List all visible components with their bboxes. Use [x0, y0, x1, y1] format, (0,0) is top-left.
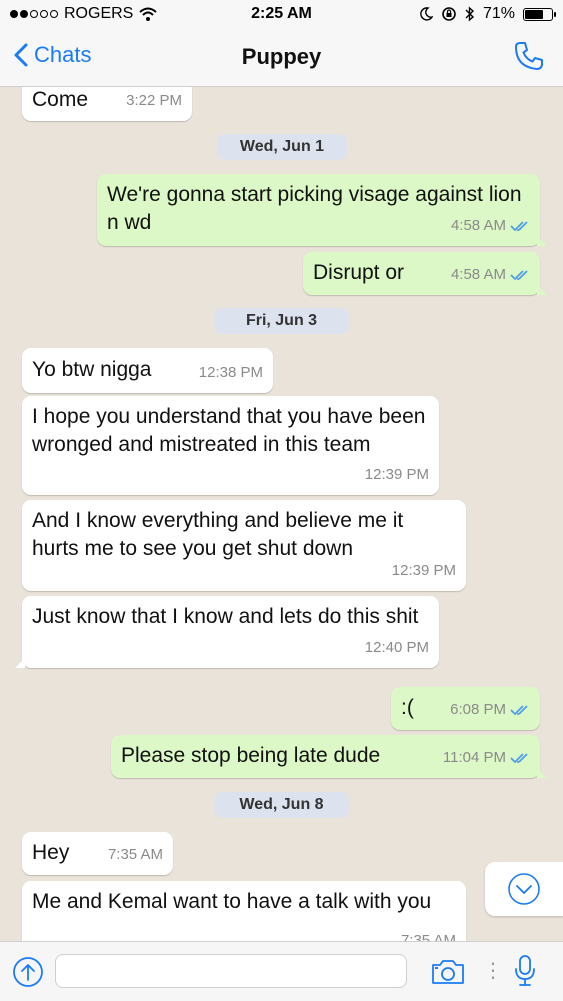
read-receipt-icon: [510, 270, 528, 281]
read-receipt-icon: [510, 753, 528, 764]
read-receipt-icon: [510, 221, 528, 232]
message-text: I hope you understand that you have been…: [32, 405, 426, 456]
message-incoming[interactable]: Hey 7:35 AM: [22, 832, 173, 875]
scroll-to-bottom-button[interactable]: [485, 862, 563, 916]
message-text: Just know that I know and lets do this s…: [32, 605, 419, 628]
message-input-bar: ⋮: [0, 941, 563, 1001]
message-time: 3:22 PM: [126, 92, 182, 109]
message-time: 4:58 AM: [451, 261, 530, 289]
message-outgoing[interactable]: Please stop being late dude 11:04 PM: [111, 735, 547, 778]
chevron-down-icon: [508, 873, 540, 905]
voice-record-button[interactable]: [514, 954, 536, 993]
message-time: 12:39 PM: [391, 562, 456, 579]
message-incoming[interactable]: Yo btw nigga 12:38 PM: [22, 348, 273, 393]
mic-icon: [515, 955, 535, 986]
message-time: 12:38 PM: [198, 364, 263, 381]
message-incoming[interactable]: I hope you understand that you have been…: [22, 396, 439, 495]
message-input[interactable]: [55, 954, 407, 988]
nav-bar: Chats Puppey: [0, 30, 563, 87]
message-outgoing[interactable]: :( 6:08 PM: [391, 687, 540, 730]
message-incoming[interactable]: Just know that I know and lets do this s…: [15, 596, 439, 668]
message-text: Me and Kemal want to have a talk with yo…: [32, 890, 432, 913]
call-button[interactable]: [513, 40, 545, 77]
phone-icon: [515, 42, 543, 70]
camera-icon: [432, 960, 464, 984]
message-time: 7:35 AM: [400, 932, 456, 941]
read-receipt-icon: [510, 705, 528, 716]
status-bar: ROGERS 2:25 AM 71%: [0, 0, 563, 30]
battery-icon: [523, 7, 556, 21]
message-time: 4:58 AM: [451, 212, 530, 240]
message-time: 12:39 PM: [364, 466, 429, 483]
message-incoming[interactable]: And I know everything and believe me it …: [22, 500, 466, 591]
upload-arrow-icon: [13, 957, 43, 987]
message-text: And I know everything and believe me it …: [32, 509, 404, 560]
chat-thread[interactable]: Come 3:22 PM Wed, Jun 1 We're gonna star…: [0, 87, 563, 941]
date-separator: Wed, Jun 8: [214, 792, 349, 818]
message-outgoing[interactable]: Disrupt or 4:58 AM: [303, 252, 547, 295]
moon-icon: [420, 7, 433, 21]
battery-percent: 71%: [482, 5, 515, 22]
status-right: 71%: [419, 5, 556, 23]
separator-dots: ⋮: [483, 960, 503, 982]
message-time: 7:35 AM: [107, 846, 163, 863]
message-incoming[interactable]: Me and Kemal want to have a talk with yo…: [22, 881, 466, 941]
message-outgoing[interactable]: We're gonna start picking visage against…: [97, 174, 547, 246]
message-incoming[interactable]: Come 3:22 PM: [22, 87, 192, 121]
camera-button[interactable]: [430, 958, 466, 991]
date-separator: Fri, Jun 3: [214, 308, 349, 334]
rotation-lock-icon: [442, 7, 456, 21]
attach-button[interactable]: [12, 956, 44, 993]
bluetooth-icon: [465, 6, 474, 22]
message-time: 12:40 PM: [364, 639, 429, 656]
message-time: 11:04 PM: [443, 744, 530, 772]
chat-title[interactable]: Puppey: [0, 44, 563, 70]
date-separator: Wed, Jun 1: [217, 134, 347, 160]
message-time: 6:08 PM: [450, 696, 530, 724]
